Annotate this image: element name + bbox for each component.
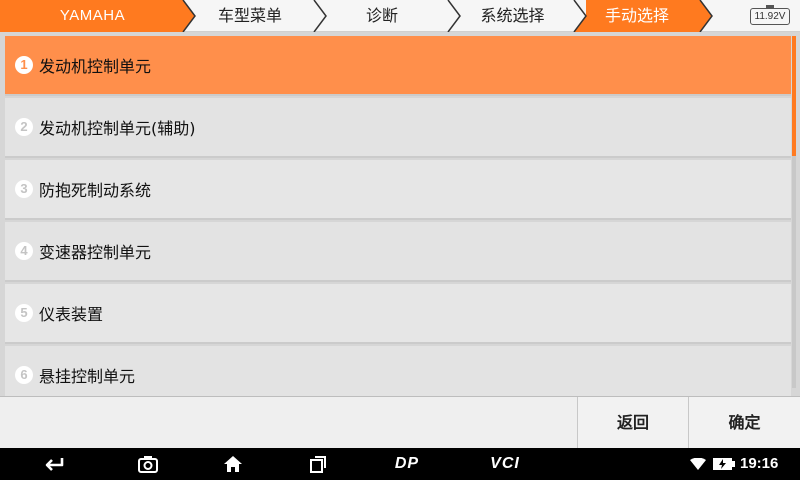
action-bar: 返回 确定 xyxy=(0,396,800,449)
list-item-label: 仪表装置 xyxy=(39,305,104,324)
list-scrollbar-thumb[interactable] xyxy=(792,36,796,156)
battery-charging-icon xyxy=(712,448,736,480)
list-item-label: 防抱死制动系统 xyxy=(39,181,152,200)
list-item-number: 3 xyxy=(15,180,33,198)
list-item-label: 发动机控制单元 xyxy=(39,57,152,76)
list-item[interactable]: 4 变速器控制单元 xyxy=(5,222,791,282)
breadcrumb-item-system-select[interactable]: 系统选择 xyxy=(455,0,570,32)
clock: 19:16 xyxy=(740,455,779,472)
dp-icon[interactable]: DP xyxy=(385,448,429,480)
list-item[interactable]: 6 悬挂控制单元 xyxy=(5,346,791,396)
list-item-number: 2 xyxy=(15,118,33,136)
system-list: 1 发动机控制单元 2 发动机控制单元(辅助) 3 防抱死制动系统 4 变速器控… xyxy=(0,32,800,396)
breadcrumb-item-diagnosis[interactable]: 诊断 xyxy=(322,0,442,32)
list-item-label: 发动机控制单元(辅助) xyxy=(39,119,196,138)
list-item[interactable]: 5 仪表装置 xyxy=(5,284,791,344)
list-item-label: 变速器控制单元 xyxy=(39,243,152,262)
list-item-label: 悬挂控制单元 xyxy=(39,367,136,386)
recent-apps-icon[interactable] xyxy=(303,448,333,480)
breadcrumb: YAMAHA 车型菜单 诊断 系统选择 手动选择 11.92V xyxy=(0,0,800,32)
list-item[interactable]: 2 发动机控制单元(辅助) xyxy=(5,98,791,158)
list-item-number: 6 xyxy=(15,366,33,384)
list-item[interactable]: 3 防抱死制动系统 xyxy=(5,160,791,220)
breadcrumb-item-yamaha[interactable]: YAMAHA xyxy=(0,0,185,32)
back-arrow-icon[interactable] xyxy=(38,448,68,480)
back-button[interactable]: 返回 xyxy=(577,397,688,449)
vci-icon[interactable]: VCI xyxy=(483,448,527,480)
system-nav-bar: DP VCI 19:16 xyxy=(0,448,800,480)
list-item[interactable]: 1 发动机控制单元 xyxy=(5,36,791,96)
list-item-number: 4 xyxy=(15,242,33,260)
confirm-button[interactable]: 确定 xyxy=(688,397,800,449)
wifi-icon xyxy=(688,448,708,480)
battery-voltage-indicator: 11.92V xyxy=(750,5,790,25)
breadcrumb-item-model-menu[interactable]: 车型菜单 xyxy=(190,0,310,32)
list-item-number: 1 xyxy=(15,56,33,74)
camera-icon[interactable] xyxy=(133,448,163,480)
home-icon[interactable] xyxy=(218,448,248,480)
list-item-number: 5 xyxy=(15,304,33,322)
breadcrumb-item-manual-select: 手动选择 xyxy=(604,6,669,25)
